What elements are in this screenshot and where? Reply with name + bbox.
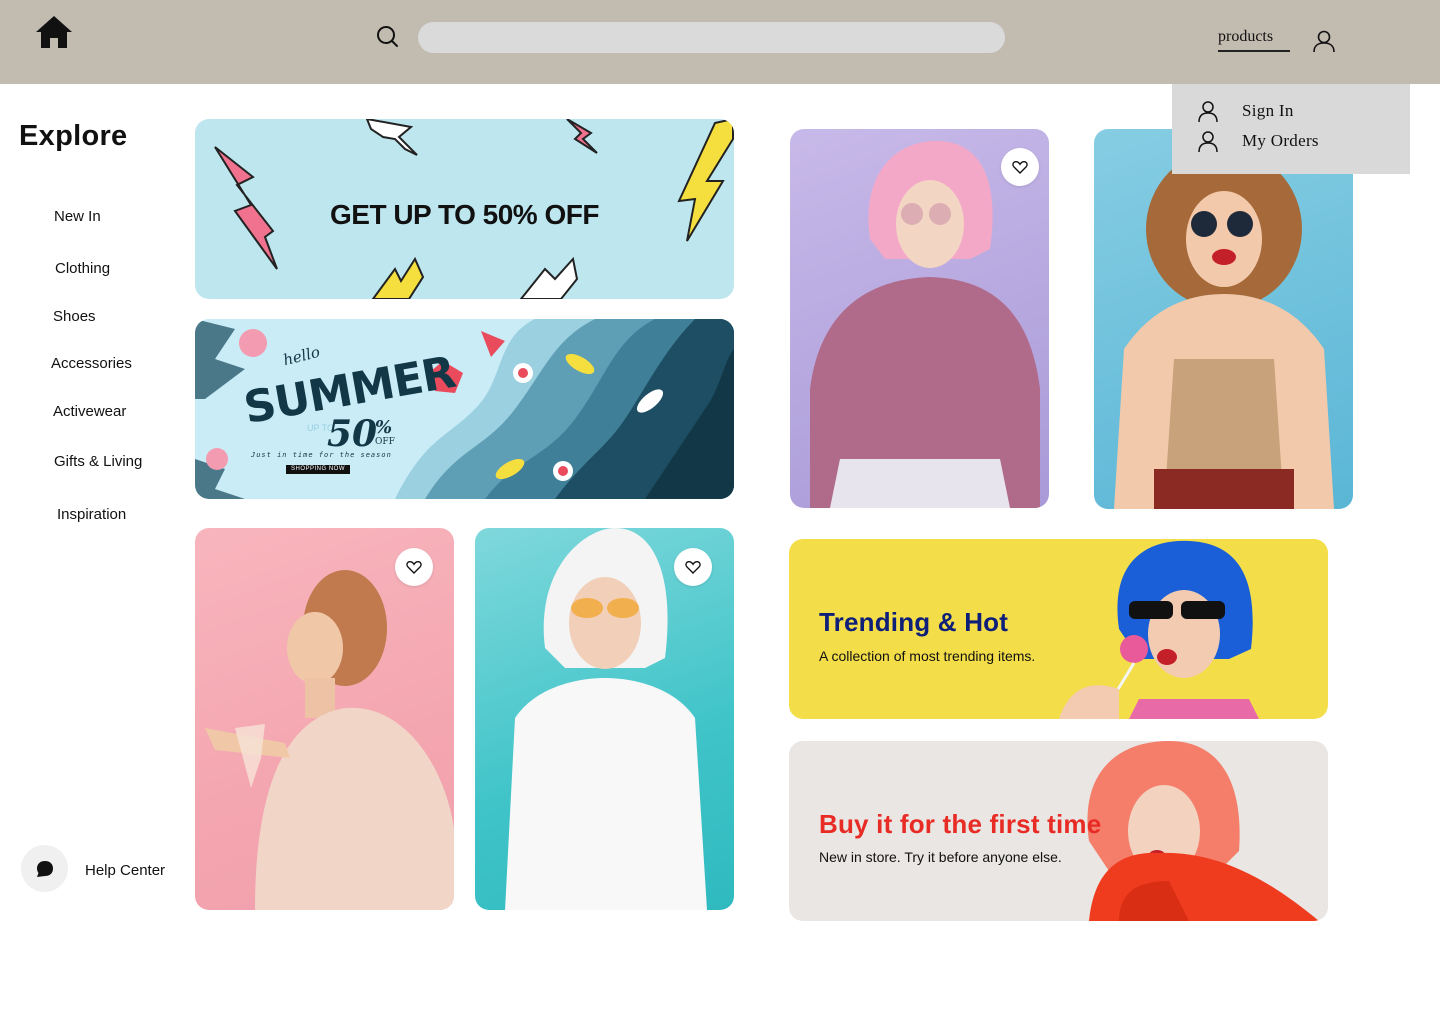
heart-icon <box>406 560 422 574</box>
user-icon <box>1198 131 1218 153</box>
chat-bubble-icon <box>36 860 53 877</box>
sign-in-label: Sign In <box>1242 101 1294 120</box>
product-card-pink[interactable] <box>195 528 454 910</box>
favorite-button[interactable] <box>1001 148 1039 186</box>
product-card-purple[interactable] <box>790 129 1049 508</box>
product-card-teal[interactable] <box>475 528 734 910</box>
nav-accessories[interactable]: Accessories <box>51 355 132 372</box>
product-card-blue[interactable] <box>1094 129 1353 509</box>
products-link[interactable]: products <box>1218 28 1290 52</box>
favorite-button[interactable] <box>395 548 433 586</box>
heart-icon <box>685 560 701 574</box>
my-orders-item[interactable]: My Orders <box>1196 128 1319 154</box>
user-icon[interactable] <box>1311 28 1337 54</box>
first-time-banner[interactable]: Buy it for the first time New in store. … <box>789 741 1328 921</box>
summer-pct-sign: % <box>375 417 393 438</box>
model-photo <box>1114 149 1334 509</box>
promo-banner[interactable]: GET UP TO 50% OFF <box>195 119 734 299</box>
search-input[interactable] <box>418 22 1005 53</box>
nav-activewear[interactable]: Activewear <box>53 403 126 420</box>
summer-off: OFF <box>375 437 395 447</box>
nav-new-in[interactable]: New In <box>54 208 101 225</box>
nav-shoes[interactable]: Shoes <box>53 308 96 325</box>
shopping-now-button[interactable]: SHOPPING NOW <box>286 465 350 474</box>
first-time-title: Buy it for the first time <box>819 809 1102 839</box>
model-photo <box>810 140 1040 508</box>
user-icon <box>1198 101 1218 123</box>
nav-inspiration[interactable]: Inspiration <box>57 506 126 523</box>
explore-heading: Explore <box>19 120 128 152</box>
nav-gifts-living[interactable]: Gifts & Living <box>54 453 142 470</box>
trending-banner[interactable]: Trending & Hot A collection of most tren… <box>789 539 1328 719</box>
my-orders-label: My Orders <box>1242 131 1319 150</box>
top-bar: products <box>0 0 1440 84</box>
first-time-subtitle: New in store. Try it before anyone else. <box>819 849 1062 865</box>
help-center-label[interactable]: Help Center <box>85 862 165 879</box>
summer-sale-banner[interactable]: hello SUMMER UP TO 50 % OFF Just in time… <box>195 319 734 499</box>
help-chat-button[interactable] <box>21 845 68 892</box>
summer-percent: 50 <box>327 413 378 455</box>
favorite-button[interactable] <box>674 548 712 586</box>
summer-tagline: Just in time for the season <box>251 451 392 459</box>
sign-in-item[interactable]: Sign In <box>1196 98 1294 124</box>
account-dropdown: Sign In My Orders <box>1172 84 1410 174</box>
promo-headline: GET UP TO 50% OFF <box>330 199 599 230</box>
trending-title: Trending & Hot <box>819 607 1009 637</box>
trending-subtitle: A collection of most trending items. <box>819 648 1036 664</box>
heart-icon <box>1012 160 1028 174</box>
search-icon[interactable] <box>375 24 401 50</box>
nav-clothing[interactable]: Clothing <box>55 260 110 277</box>
home-icon[interactable] <box>34 14 74 50</box>
page: products Sign In My Orders Explore New I… <box>0 0 1440 1024</box>
